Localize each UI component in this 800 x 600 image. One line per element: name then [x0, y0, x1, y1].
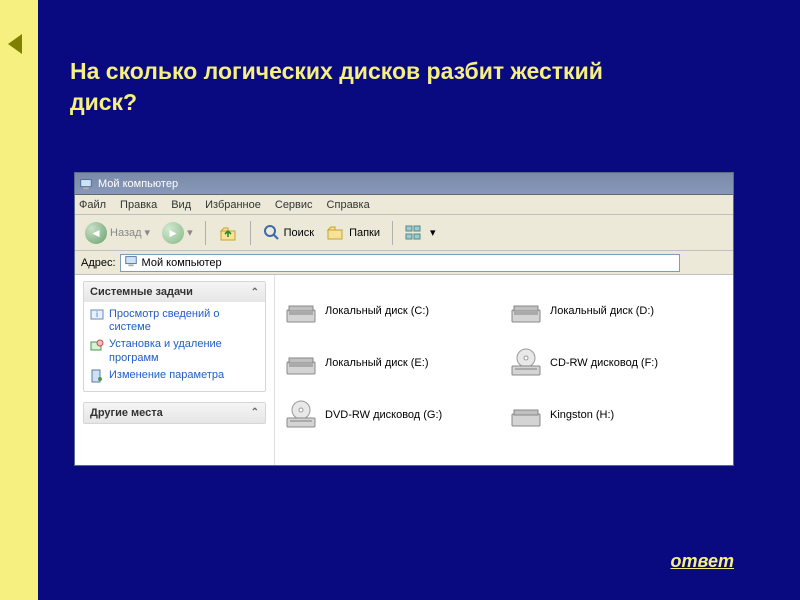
task-system-info[interactable]: i Просмотр сведений о системе — [90, 306, 259, 336]
back-arrow-icon: ◄ — [85, 222, 107, 244]
prev-slide-triangle[interactable] — [8, 34, 22, 54]
chevron-down-icon: ▾ — [187, 226, 193, 239]
explorer-window: Мой компьютер Файл Правка Вид Избранное … — [74, 172, 734, 466]
address-value: Мой компьютер — [142, 257, 222, 269]
slide-title: На сколько логических дисков разбит жест… — [70, 56, 630, 118]
folders-label: Папки — [349, 227, 380, 239]
system-tasks-panel: Системные задачи ⌃ i Просмотр сведений о… — [83, 281, 266, 392]
back-button: ◄ Назад ▾ — [81, 220, 154, 246]
collapse-icon: ⌃ — [251, 287, 259, 298]
other-places-header[interactable]: Другие места ⌃ — [84, 403, 265, 423]
drive-label: Локальный диск (C:) — [325, 305, 429, 317]
drive-item[interactable]: Kingston (H:) — [504, 389, 729, 441]
drive-item[interactable]: DVD-RW дисковод (G:) — [279, 389, 504, 441]
toolbar-separator — [392, 221, 393, 245]
up-button[interactable] — [214, 221, 242, 245]
menu-favorites[interactable]: Избранное — [205, 199, 261, 211]
drive-label: Локальный диск (E:) — [325, 357, 429, 369]
hard-drive-icon — [283, 296, 319, 326]
drive-item[interactable]: Локальный диск (E:) — [279, 337, 504, 389]
drive-label: CD-RW дисковод (F:) — [550, 357, 658, 369]
window-title-text: Мой компьютер — [98, 178, 178, 190]
address-field[interactable]: Мой компьютер — [120, 254, 680, 272]
chevron-down-icon: ▾ — [430, 226, 436, 239]
task-label: Изменение параметра — [109, 369, 224, 382]
folder-up-icon — [218, 223, 238, 243]
my-computer-icon — [124, 254, 138, 271]
optical-drive-icon — [508, 348, 544, 378]
info-icon: i — [90, 308, 104, 322]
add-remove-icon — [90, 338, 104, 352]
svg-text:i: i — [96, 310, 98, 319]
task-label: Установка и удаление программ — [109, 338, 259, 364]
menu-bar: Файл Правка Вид Избранное Сервис Справка — [75, 195, 733, 215]
system-tasks-title: Системные задачи — [90, 286, 193, 298]
task-change-setting[interactable]: Изменение параметра — [90, 367, 259, 385]
forward-button: ► ▾ — [158, 220, 197, 246]
chevron-down-icon: ▾ — [145, 226, 151, 239]
system-tasks-header[interactable]: Системные задачи ⌃ — [84, 282, 265, 302]
task-label: Просмотр сведений о системе — [109, 308, 259, 334]
drive-label: Локальный диск (D:) — [550, 305, 654, 317]
search-icon — [263, 224, 281, 242]
content-area: Системные задачи ⌃ i Просмотр сведений о… — [75, 275, 733, 465]
menu-tools[interactable]: Сервис — [275, 199, 313, 211]
hard-drive-icon — [508, 296, 544, 326]
views-icon — [405, 224, 427, 242]
address-bar: Адрес: Мой компьютер — [75, 251, 733, 275]
menu-edit[interactable]: Правка — [120, 199, 157, 211]
address-label: Адрес: — [81, 257, 116, 269]
window-titlebar[interactable]: Мой компьютер — [75, 173, 733, 195]
drive-item[interactable]: CD-RW дисковод (F:) — [504, 337, 729, 389]
system-tasks-body: i Просмотр сведений о системе Установка … — [84, 302, 265, 391]
tasks-sidebar: Системные задачи ⌃ i Просмотр сведений о… — [75, 275, 275, 465]
search-button[interactable]: Поиск — [259, 222, 318, 244]
drive-label: DVD-RW дисковод (G:) — [325, 409, 442, 421]
answer-link[interactable]: ответ — [671, 551, 734, 572]
menu-help[interactable]: Справка — [327, 199, 370, 211]
toolbar-separator — [205, 221, 206, 245]
folders-icon — [326, 224, 346, 242]
task-add-remove[interactable]: Установка и удаление программ — [90, 336, 259, 366]
drives-area: Локальный диск (C:) Локальный диск (D:) Ло… — [275, 275, 733, 465]
forward-arrow-icon: ► — [162, 222, 184, 244]
hard-drive-icon — [283, 348, 319, 378]
folders-button[interactable]: Папки — [322, 222, 384, 244]
removable-drive-icon — [508, 400, 544, 430]
views-button[interactable]: ▾ — [401, 222, 440, 244]
drive-label: Kingston (H:) — [550, 409, 614, 421]
other-places-panel: Другие места ⌃ — [83, 402, 266, 424]
toolbar: ◄ Назад ▾ ► ▾ Поиск Папки ▾ — [75, 215, 733, 251]
collapse-icon: ⌃ — [251, 407, 259, 418]
drive-item[interactable]: Локальный диск (D:) — [504, 285, 729, 337]
search-label: Поиск — [284, 227, 314, 239]
menu-view[interactable]: Вид — [171, 199, 191, 211]
menu-file[interactable]: Файл — [79, 199, 106, 211]
toolbar-separator — [250, 221, 251, 245]
my-computer-icon — [79, 177, 93, 191]
back-label: Назад — [110, 227, 142, 239]
drive-item[interactable]: Локальный диск (C:) — [279, 285, 504, 337]
other-places-title: Другие места — [90, 407, 163, 419]
optical-drive-icon — [283, 400, 319, 430]
settings-icon — [90, 369, 104, 383]
slide-left-stripe — [0, 0, 38, 600]
